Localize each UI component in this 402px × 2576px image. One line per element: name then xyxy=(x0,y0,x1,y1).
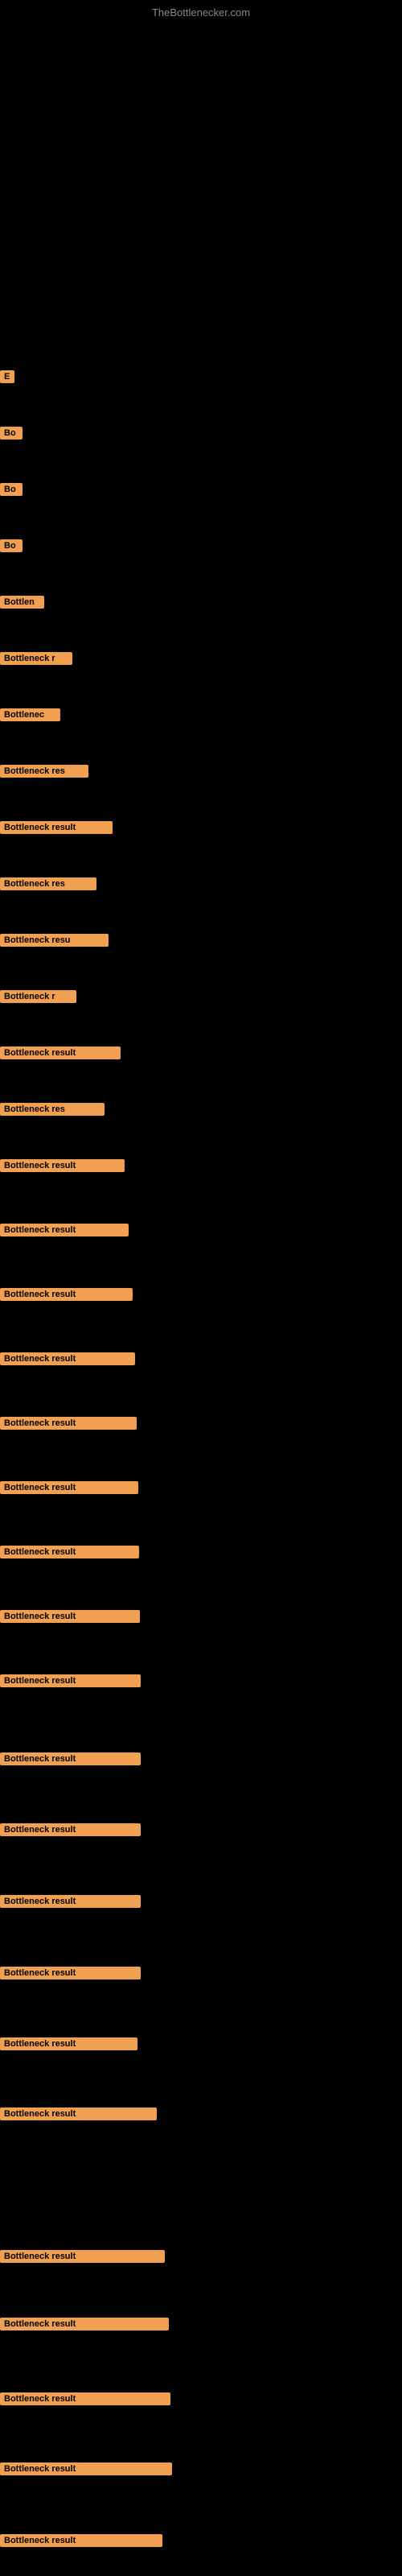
site-title: TheBottlenecker.com xyxy=(152,6,250,19)
bottleneck-label: Bottleneck resu xyxy=(0,934,109,947)
bottleneck-result-item: Bottleneck result xyxy=(0,1674,141,1691)
bottleneck-label: Bottleneck result xyxy=(0,1481,138,1494)
bottleneck-result-item: Bottleneck result xyxy=(0,2534,162,2551)
bottleneck-result-item: Bottleneck result xyxy=(0,1546,139,1563)
bottleneck-result-item: Bottleneck res xyxy=(0,765,88,782)
bottleneck-label: Bottleneck r xyxy=(0,652,72,665)
bottleneck-result-item: Bottleneck result xyxy=(0,2107,157,2124)
bottleneck-result-item: Bottleneck result xyxy=(0,1046,121,1063)
bottleneck-label: Bottleneck result xyxy=(0,1224,129,1236)
bottleneck-result-item: E xyxy=(0,370,14,387)
bottleneck-label: Bottleneck result xyxy=(0,1895,141,1908)
bottleneck-result-item: Bottleneck resu xyxy=(0,934,109,951)
bottleneck-label: Bottleneck result xyxy=(0,1417,137,1430)
bottleneck-result-item: Bottleneck result xyxy=(0,1752,141,1769)
bottleneck-label: Bottleneck result xyxy=(0,2318,169,2330)
bottleneck-label: Bottleneck result xyxy=(0,821,113,834)
bottleneck-result-item: Bottleneck result xyxy=(0,2250,165,2267)
bottleneck-label: Bottleneck result xyxy=(0,2037,137,2050)
bottleneck-label: Bottleneck result xyxy=(0,2392,170,2405)
bottleneck-result-item: Bottleneck result xyxy=(0,1895,141,1912)
bottleneck-result-item: Bottleneck result xyxy=(0,1288,133,1305)
bottleneck-label: Bottleneck result xyxy=(0,1288,133,1301)
bottleneck-result-item: Bottleneck r xyxy=(0,990,76,1007)
bottleneck-result-item: Bottleneck result xyxy=(0,1417,137,1434)
bottleneck-result-item: Bottleneck result xyxy=(0,2037,137,2054)
bottleneck-result-item: Bottleneck result xyxy=(0,1352,135,1369)
bottleneck-label: Bottleneck result xyxy=(0,2107,157,2120)
bottleneck-label: Bottleneck result xyxy=(0,1610,140,1623)
bottleneck-label: Bottleneck result xyxy=(0,2462,172,2475)
bottleneck-result-item: Bottlen xyxy=(0,596,44,613)
bottleneck-label: Bottleneck result xyxy=(0,1352,135,1365)
bottleneck-label: Bottleneck result xyxy=(0,1752,141,1765)
bottleneck-label: Bottleneck result xyxy=(0,1046,121,1059)
bottleneck-result-item: Bottleneck result xyxy=(0,1224,129,1241)
bottleneck-label: Bottleneck result xyxy=(0,1823,141,1836)
bottleneck-result-item: Bo xyxy=(0,483,23,500)
bottleneck-label: Bottleneck result xyxy=(0,1159,125,1172)
bottleneck-label: Bottleneck result xyxy=(0,2534,162,2547)
bottleneck-label: Bottleneck r xyxy=(0,990,76,1003)
bottleneck-result-item: Bottleneck result xyxy=(0,1481,138,1498)
bottleneck-label: Bo xyxy=(0,539,23,552)
bottleneck-result-item: Bottleneck result xyxy=(0,1823,141,1840)
bottleneck-result-item: Bottleneck result xyxy=(0,2318,169,2334)
bottleneck-result-item: Bottleneck res xyxy=(0,877,96,894)
bottleneck-label: Bottleneck result xyxy=(0,1967,141,1979)
bottleneck-label: Bottleneck res xyxy=(0,1103,105,1116)
bottleneck-result-item: Bottleneck result xyxy=(0,1610,140,1627)
bottleneck-label: Bottleneck res xyxy=(0,877,96,890)
bottleneck-label: Bo xyxy=(0,427,23,440)
bottleneck-result-item: Bottleneck res xyxy=(0,1103,105,1120)
bottleneck-label: Bottleneck result xyxy=(0,1674,141,1687)
bottleneck-label: Bottlen xyxy=(0,596,44,609)
bottleneck-label: Bottleneck result xyxy=(0,1546,139,1558)
bottleneck-result-item: Bo xyxy=(0,539,23,556)
bottleneck-result-item: Bottleneck result xyxy=(0,1159,125,1176)
bottleneck-result-item: Bottleneck r xyxy=(0,652,72,669)
bottleneck-label: E xyxy=(0,370,14,383)
bottleneck-result-item: Bottleneck result xyxy=(0,1967,141,1984)
bottleneck-label: Bo xyxy=(0,483,23,496)
bottleneck-result-item: Bottleneck result xyxy=(0,2392,170,2409)
bottleneck-label: Bottleneck res xyxy=(0,765,88,778)
bottleneck-label: Bottlenec xyxy=(0,708,60,721)
bottleneck-result-item: Bottlenec xyxy=(0,708,60,725)
bottleneck-result-item: Bottleneck result xyxy=(0,2462,172,2479)
bottleneck-result-item: Bo xyxy=(0,427,23,444)
bottleneck-label: Bottleneck result xyxy=(0,2250,165,2263)
bottleneck-result-item: Bottleneck result xyxy=(0,821,113,838)
